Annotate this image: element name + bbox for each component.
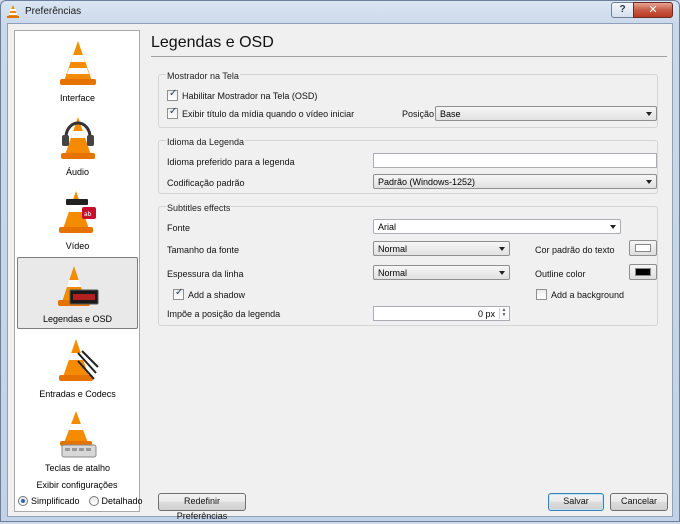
default-encoding-label: Codificação padrão <box>167 178 245 188</box>
sidebar-item-label: Áudio <box>65 167 90 177</box>
show-title-checkbox[interactable] <box>167 106 178 119</box>
svg-text:ab: ab <box>84 211 92 218</box>
force-position-label: Impõe a posição da legenda <box>167 309 281 319</box>
sidebar-item-label: Entradas e Codecs <box>39 389 116 399</box>
enable-osd-checkbox[interactable] <box>167 88 178 101</box>
sidebar-item-label: Teclas de atalho <box>44 463 111 473</box>
dialog-body: Interface Áudio ab Vídeo Legendas e OSD <box>7 23 673 521</box>
force-position-value: 0 px <box>477 309 495 319</box>
default-encoding-value: Padrão (Windows-1252) <box>378 177 476 187</box>
preferred-language-label: Idioma preferido para a legenda <box>167 157 295 167</box>
outline-thickness-select[interactable]: Normal <box>373 265 510 280</box>
hotkeys-cone-icon <box>17 407 138 459</box>
title-bar: Preferências ? ✕ <box>1 1 679 23</box>
outline-color-label: Outline color <box>535 269 586 279</box>
text-color-label: Cor padrão do texto <box>535 245 615 255</box>
default-encoding-select[interactable]: Padrão (Windows-1252) <box>373 174 657 189</box>
title-divider <box>151 56 667 57</box>
close-button[interactable]: ✕ <box>633 2 673 18</box>
font-label: Fonte <box>167 223 191 233</box>
sidebar-item-subtitles-osd[interactable]: Legendas e OSD <box>17 257 138 329</box>
shadow-checkbox[interactable] <box>173 287 184 300</box>
chevron-down-icon <box>499 247 505 251</box>
text-color-swatch <box>635 244 651 252</box>
font-size-select-value: Normal <box>378 244 408 254</box>
osd-group: Mostrador na Tela Habilitar Mostrador na… <box>158 71 658 128</box>
outline-thickness-label: Espessura da linha <box>167 269 244 279</box>
category-sidebar: Interface Áudio ab Vídeo Legendas e OSD <box>14 30 140 512</box>
help-button[interactable]: ? <box>611 2 633 18</box>
simple-radio[interactable] <box>18 496 28 506</box>
show-title-label[interactable]: Exibir título da mídia quando o vídeo in… <box>182 109 354 119</box>
background-checkbox[interactable] <box>536 289 547 300</box>
show-settings-label: Exibir configurações <box>36 480 118 490</box>
cancel-button[interactable]: Cancelar <box>610 493 668 511</box>
font-select-value: Arial <box>378 222 397 232</box>
force-position-spinbox[interactable]: 0 px ▲ ▼ <box>373 306 510 321</box>
font-size-select[interactable]: Normal <box>373 241 510 256</box>
chevron-down-icon <box>646 180 652 184</box>
position-select[interactable]: Base <box>435 106 657 121</box>
vlc-app-icon <box>7 5 19 20</box>
sidebar-item-hotkeys[interactable]: Teclas de atalho <box>17 405 138 477</box>
vlc-cone-icon <box>17 37 138 89</box>
sidebar-item-interface[interactable]: Interface <box>17 35 138 107</box>
enable-osd-label[interactable]: Habilitar Mostrador na Tela (OSD) <box>182 91 317 101</box>
outline-thickness-value: Normal <box>378 268 408 278</box>
video-cone-icon: ab <box>17 185 138 237</box>
page-title: Legendas e OSD <box>151 34 274 51</box>
window-title: Preferências <box>25 6 82 17</box>
outline-color-button[interactable] <box>629 264 657 280</box>
chevron-down-icon <box>610 225 616 229</box>
spin-arrows-icon[interactable]: ▲ ▼ <box>499 308 508 319</box>
simple-radio-label[interactable]: Simplificado <box>31 496 80 506</box>
osd-group-title: Mostrador na Tela <box>166 71 240 81</box>
font-size-label: Tamanho da fonte <box>167 245 240 255</box>
sidebar-item-audio[interactable]: Áudio <box>17 109 138 181</box>
subtitle-effects-group-title: Subtitles effects <box>166 203 232 213</box>
settings-mode-group: Simplificado Detalhado <box>18 496 143 506</box>
preferred-language-input[interactable] <box>373 153 657 168</box>
sidebar-item-label: Legendas e OSD <box>42 314 113 324</box>
background-label[interactable]: Add a background <box>551 290 624 300</box>
position-select-value: Base <box>440 109 461 119</box>
outline-color-swatch <box>635 268 651 276</box>
shadow-label[interactable]: Add a shadow <box>188 290 245 300</box>
subtitles-cone-icon <box>18 260 137 312</box>
sidebar-item-label: Vídeo <box>65 241 90 251</box>
subtitle-language-group: Idioma da Legenda Idioma preferido para … <box>158 137 658 194</box>
text-color-button[interactable] <box>629 240 657 256</box>
subtitle-language-group-title: Idioma da Legenda <box>166 137 246 147</box>
chevron-down-icon <box>499 271 505 275</box>
input-codecs-cone-icon <box>17 333 138 385</box>
preferences-window: Preferências ? ✕ Interface Áudio ab Víde… <box>0 0 680 522</box>
position-label: Posição <box>402 109 435 119</box>
sidebar-item-label: Interface <box>59 93 96 103</box>
sidebar-item-input-codecs[interactable]: Entradas e Codecs <box>17 331 138 403</box>
sidebar-item-video[interactable]: ab Vídeo <box>17 183 138 255</box>
subtitle-effects-group: Subtitles effects Fonte Arial Tamanho da… <box>158 203 658 326</box>
detailed-radio-label[interactable]: Detalhado <box>102 496 143 506</box>
save-button[interactable]: Salvar <box>548 493 604 511</box>
detailed-radio[interactable] <box>88 496 99 506</box>
chevron-down-icon <box>646 112 652 116</box>
font-select[interactable]: Arial <box>373 219 621 234</box>
headphones-cone-icon <box>17 111 138 163</box>
title-buttons: ? ✕ <box>611 2 673 18</box>
reset-preferences-button[interactable]: Redefinir Preferências <box>158 493 246 521</box>
